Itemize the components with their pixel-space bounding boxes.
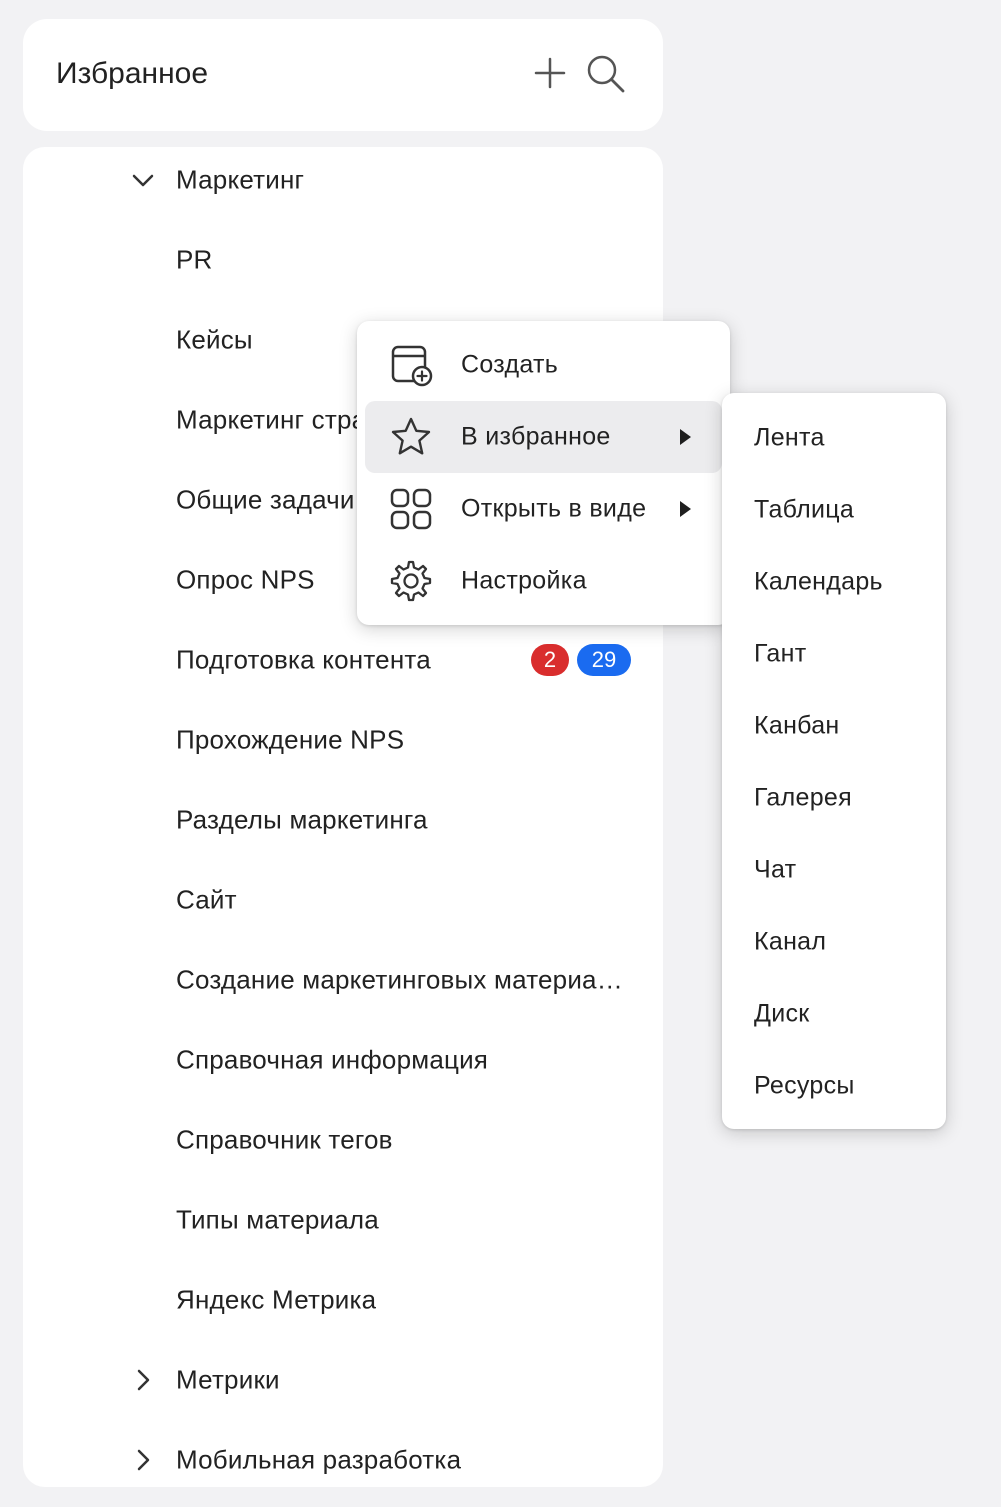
- menu-item-create[interactable]: Создать: [365, 329, 722, 401]
- submenu-item[interactable]: Гант: [722, 618, 946, 690]
- tree-item-label: Метрики: [176, 1364, 280, 1395]
- menu-item-label: В избранное: [461, 422, 611, 451]
- submenu-item[interactable]: Галерея: [722, 762, 946, 834]
- submenu-item[interactable]: Канал: [722, 906, 946, 978]
- tree-item-label: Прохождение NPS: [176, 724, 405, 755]
- caret-right-icon: [680, 429, 691, 445]
- tree-item-label: PR: [176, 244, 213, 275]
- tree-item-marketing[interactable]: Маркетинг: [23, 147, 663, 220]
- tree-item[interactable]: Яндекс Метрика: [23, 1260, 663, 1340]
- submenu-item-label: Лента: [754, 423, 825, 452]
- favorites-submenu: Лента Таблица Календарь Гант Канбан Гале…: [722, 393, 946, 1129]
- tree-item[interactable]: Справочник тегов: [23, 1100, 663, 1180]
- tree-item[interactable]: Прохождение NPS: [23, 700, 663, 780]
- tree-item-label: Общие задачи: [176, 484, 355, 515]
- tree-item-label: Создание маркетинговых материалов: [176, 964, 626, 995]
- star-icon: [391, 417, 431, 455]
- tree-item-label: Опрос NPS: [176, 564, 315, 595]
- tree-item-label: Кейсы: [176, 324, 253, 355]
- context-menu: Создать В избранное Открыть в виде Настр…: [357, 321, 730, 625]
- tree-item-mobile-dev[interactable]: Мобильная разработка: [23, 1420, 663, 1487]
- tree-item[interactable]: PR: [23, 220, 663, 300]
- chevron-right-icon[interactable]: [129, 1366, 157, 1394]
- submenu-item[interactable]: Чат: [722, 834, 946, 906]
- unread-badge: 2: [531, 644, 569, 676]
- tree-item[interactable]: Разделы маркетинга: [23, 780, 663, 860]
- panel-title: Избранное: [56, 57, 209, 90]
- tree-item-label: Мобильная разработка: [176, 1444, 462, 1475]
- tree-item-label: Маркетинг: [176, 164, 305, 195]
- menu-item-add-to-favorites[interactable]: В избранное: [365, 401, 722, 473]
- submenu-item-label: Чат: [754, 855, 797, 884]
- tree-item-label: Яндекс Метрика: [176, 1284, 377, 1315]
- tree-item[interactable]: Справочная информация: [23, 1020, 663, 1100]
- submenu-item[interactable]: Ресурсы: [722, 1050, 946, 1122]
- search-icon[interactable]: [583, 51, 627, 95]
- menu-item-open-as[interactable]: Открыть в виде: [365, 473, 722, 545]
- tree-item-label: Справочная информация: [176, 1044, 489, 1075]
- menu-item-label: Открыть в виде: [461, 494, 647, 523]
- favorites-header: Избранное: [23, 19, 663, 131]
- submenu-item[interactable]: Лента: [722, 402, 946, 474]
- chevron-down-icon[interactable]: [129, 166, 157, 194]
- menu-item-settings[interactable]: Настройка: [365, 545, 722, 617]
- tree-item[interactable]: Создание маркетинговых материалов: [23, 940, 663, 1020]
- chevron-right-icon[interactable]: [129, 1446, 157, 1474]
- tree-item-label: Разделы маркетинга: [176, 804, 428, 835]
- submenu-item-label: Ресурсы: [754, 1071, 855, 1100]
- menu-item-label: Создать: [461, 350, 559, 379]
- count-badge: 29: [577, 644, 631, 676]
- tree-item-label: Сайт: [176, 884, 237, 915]
- tree-item-metrics[interactable]: Метрики: [23, 1340, 663, 1420]
- submenu-item[interactable]: Канбан: [722, 690, 946, 762]
- submenu-item[interactable]: Диск: [722, 978, 946, 1050]
- submenu-item-label: Диск: [754, 999, 810, 1028]
- submenu-item-label: Галерея: [754, 783, 852, 812]
- plus-icon[interactable]: [528, 51, 572, 95]
- tree-item-label: Типы материала: [176, 1204, 379, 1235]
- tree-item[interactable]: Сайт: [23, 860, 663, 940]
- tree-item-label: Подготовка контента: [176, 644, 431, 675]
- submenu-item[interactable]: Календарь: [722, 546, 946, 618]
- caret-right-icon: [680, 501, 691, 517]
- tree-item[interactable]: Подготовка контента 2 29: [23, 620, 663, 700]
- submenu-item-label: Канбан: [754, 711, 840, 740]
- menu-item-label: Настройка: [461, 566, 587, 595]
- tree-item[interactable]: Типы материала: [23, 1180, 663, 1260]
- tree-item-label: Справочник тегов: [176, 1124, 393, 1155]
- grid-icon: [390, 488, 432, 530]
- gear-icon: [390, 560, 432, 602]
- calendar-plus-icon: [391, 345, 433, 387]
- submenu-item-label: Таблица: [754, 495, 855, 524]
- submenu-item[interactable]: Таблица: [722, 474, 946, 546]
- submenu-item-label: Календарь: [754, 567, 883, 596]
- submenu-item-label: Гант: [754, 639, 807, 668]
- submenu-item-label: Канал: [754, 927, 827, 956]
